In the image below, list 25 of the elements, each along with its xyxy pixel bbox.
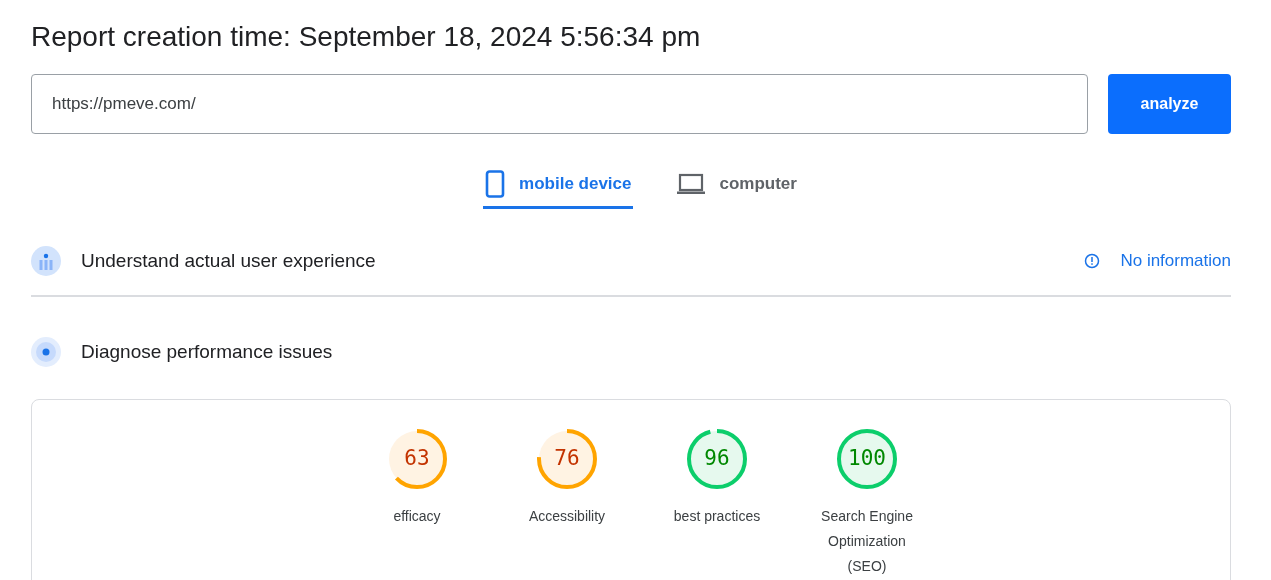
score-value: 76 xyxy=(553,446,581,470)
score-gauge xyxy=(686,428,748,490)
score-label: Accessibility xyxy=(528,507,606,526)
phone-icon xyxy=(485,170,506,198)
chart-icon xyxy=(31,246,61,276)
score-value: 100 xyxy=(847,446,887,470)
score-gauge xyxy=(536,428,598,490)
score-label: efficacy xyxy=(393,507,441,526)
score-gauge xyxy=(386,428,448,490)
laptop-icon xyxy=(677,173,706,195)
section-title: Diagnose performance issues xyxy=(81,341,333,363)
score-gauge xyxy=(836,428,898,490)
report-title: Report creation time: September 18, 2024 5:56:34 pm xyxy=(31,20,702,54)
score-label: Search Engine Optimization (SEO) xyxy=(820,507,914,576)
device-tab[interactable]: mobile device xyxy=(483,170,634,209)
status-text: No information xyxy=(1120,251,1231,271)
score-value: 63 xyxy=(403,446,431,470)
device-tab[interactable]: computer xyxy=(675,170,799,209)
score-label: best practices xyxy=(673,507,761,526)
analyze-button[interactable]: analyze xyxy=(1108,74,1231,134)
url-field[interactable]: https://pmeve.com/ xyxy=(31,74,1088,134)
info-icon xyxy=(1084,253,1101,269)
section-title: Understand actual user experience xyxy=(81,250,376,272)
score-value: 96 xyxy=(703,446,731,470)
radar-icon xyxy=(31,337,61,367)
